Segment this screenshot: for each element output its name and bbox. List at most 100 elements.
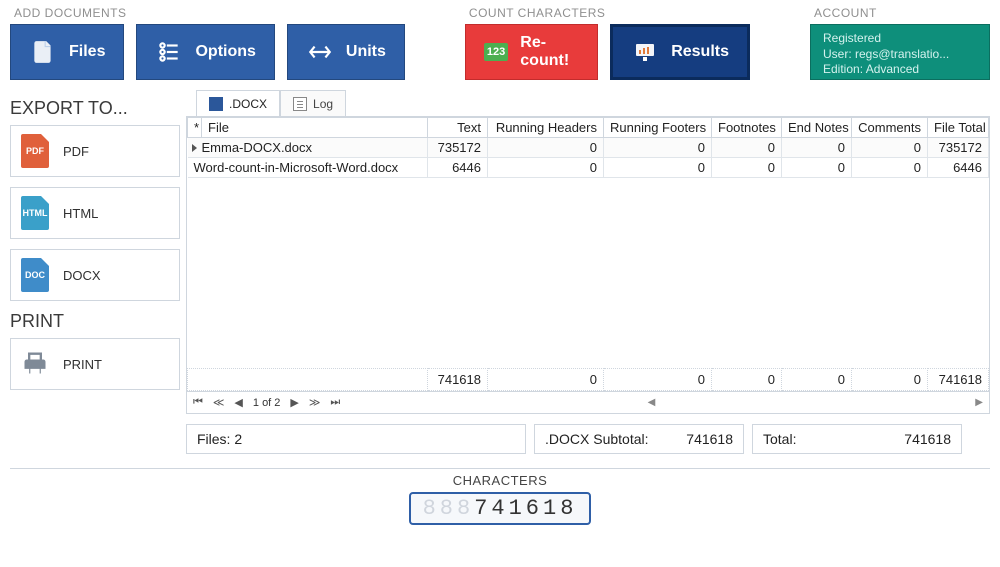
cell-file: Emma-DOCX.docx bbox=[188, 138, 428, 158]
pager: ⏮ ≪ ◀ 1 of 2 ▶ ≫ ⏭ ◀ ▶ bbox=[187, 391, 989, 413]
export-pdf-label: PDF bbox=[63, 144, 89, 159]
col-file-total[interactable]: File Total bbox=[928, 118, 989, 138]
footer-footnotes: 0 bbox=[712, 369, 782, 391]
units-icon bbox=[306, 38, 334, 66]
ribbon-title-account: ACCOUNT bbox=[814, 6, 990, 20]
summary-files-value: 2 bbox=[234, 431, 242, 447]
options-button[interactable]: Options bbox=[136, 24, 274, 80]
results-icon bbox=[631, 38, 659, 66]
characters-label: CHARACTERS bbox=[0, 473, 1000, 488]
cell-footnotes: 0 bbox=[712, 158, 782, 178]
characters-counter: 888741618 bbox=[409, 492, 592, 525]
units-button[interactable]: Units bbox=[287, 24, 405, 80]
account-box[interactable]: Registered User: regs@translatio... Edit… bbox=[810, 24, 990, 80]
table-row[interactable]: Emma-DOCX.docx 735172 0 0 0 0 0 735172 bbox=[188, 138, 989, 158]
summary-total-label: Total: bbox=[763, 431, 796, 447]
docx-icon: DOC bbox=[21, 258, 49, 292]
results-table: * File Text Running Headers Running Foot… bbox=[187, 117, 989, 178]
cell-text: 735172 bbox=[428, 138, 488, 158]
printer-icon bbox=[21, 349, 49, 380]
summary-files: Files: 2 bbox=[186, 424, 526, 454]
summary-subtotal-label: .DOCX Subtotal: bbox=[545, 431, 649, 447]
units-button-label: Units bbox=[346, 43, 386, 61]
col-comments[interactable]: Comments bbox=[852, 118, 928, 138]
cell-text: 6446 bbox=[428, 158, 488, 178]
col-file[interactable]: File bbox=[202, 118, 428, 138]
pager-next-page-icon[interactable]: ≫ bbox=[309, 396, 321, 409]
files-button[interactable]: Files bbox=[10, 24, 124, 80]
ribbon-title-count: COUNT CHARACTERS bbox=[469, 6, 750, 20]
ribbon-group-add-documents: ADD DOCUMENTS Files Options Units bbox=[10, 0, 405, 80]
options-button-label: Options bbox=[195, 43, 255, 61]
sidebar: EXPORT TO... PDF PDF HTML HTML DOC DOCX … bbox=[10, 90, 180, 454]
characters-pad: 888 bbox=[423, 496, 475, 521]
footer-rh: 0 bbox=[488, 369, 604, 391]
tab-log[interactable]: Log bbox=[280, 90, 346, 116]
pager-prev-icon[interactable]: ◀ bbox=[234, 396, 242, 409]
cell-file: Word-count-in-Microsoft-Word.docx bbox=[188, 158, 428, 178]
pager-scroll-right-icon[interactable]: ▶ bbox=[975, 397, 983, 408]
footer-spacer bbox=[188, 369, 428, 391]
grid-body: * File Text Running Headers Running Foot… bbox=[187, 117, 989, 368]
summary-total-value: 741618 bbox=[904, 431, 951, 447]
export-html-button[interactable]: HTML HTML bbox=[10, 187, 180, 239]
summary-bar: Files: 2 .DOCX Subtotal: 741618 Total: 7… bbox=[186, 424, 990, 454]
print-title: PRINT bbox=[10, 311, 180, 332]
footer-total: 741618 bbox=[928, 369, 989, 391]
divider bbox=[10, 468, 990, 469]
log-icon bbox=[293, 97, 307, 111]
cell-footnotes: 0 bbox=[712, 138, 782, 158]
pager-scroll-left-icon[interactable]: ◀ bbox=[648, 397, 656, 408]
files-button-label: Files bbox=[69, 43, 105, 61]
print-button[interactable]: PRINT bbox=[10, 338, 180, 390]
row-selector-header[interactable]: * bbox=[188, 118, 202, 138]
pager-first-icon[interactable]: ⏮ bbox=[193, 396, 203, 409]
cell-endnotes: 0 bbox=[782, 158, 852, 178]
cell-rh: 0 bbox=[488, 158, 604, 178]
results-button-label: Results bbox=[671, 43, 729, 61]
pager-prev-page-icon[interactable]: ≪ bbox=[213, 396, 225, 409]
col-running-headers[interactable]: Running Headers bbox=[488, 118, 604, 138]
cell-comments: 0 bbox=[852, 138, 928, 158]
col-running-footers[interactable]: Running Footers bbox=[604, 118, 712, 138]
summary-files-label: Files: bbox=[197, 431, 230, 447]
cell-total: 6446 bbox=[928, 158, 989, 178]
cell-rh: 0 bbox=[488, 138, 604, 158]
tab-docx-label: .DOCX bbox=[229, 97, 267, 111]
footer-endnotes: 0 bbox=[782, 369, 852, 391]
grid-panel: * File Text Running Headers Running Foot… bbox=[186, 116, 990, 414]
cell-rf: 0 bbox=[604, 138, 712, 158]
summary-total: Total: 741618 bbox=[752, 424, 962, 454]
cell-comments: 0 bbox=[852, 158, 928, 178]
pager-last-icon[interactable]: ⏭ bbox=[330, 396, 340, 409]
html-icon: HTML bbox=[21, 196, 49, 230]
characters-display: CHARACTERS 888741618 bbox=[0, 473, 1000, 525]
characters-value: 741618 bbox=[474, 496, 577, 521]
tab-log-label: Log bbox=[313, 97, 333, 111]
word-icon bbox=[209, 97, 223, 111]
options-icon bbox=[155, 38, 183, 66]
account-status: Registered bbox=[823, 31, 977, 47]
export-docx-label: DOCX bbox=[63, 268, 101, 283]
cell-total: 735172 bbox=[928, 138, 989, 158]
ribbon-group-account: ACCOUNT Registered User: regs@translatio… bbox=[810, 0, 990, 80]
grid-footer: 741618 0 0 0 0 0 741618 ⏮ ≪ ◀ 1 of bbox=[187, 368, 989, 413]
cell-endnotes: 0 bbox=[782, 138, 852, 158]
export-docx-button[interactable]: DOC DOCX bbox=[10, 249, 180, 301]
summary-subtotal-value: 741618 bbox=[686, 431, 733, 447]
col-text[interactable]: Text bbox=[428, 118, 488, 138]
ribbon-group-count: COUNT CHARACTERS 123 Re-count! Results bbox=[465, 0, 750, 80]
col-footnotes[interactable]: Footnotes bbox=[712, 118, 782, 138]
results-button[interactable]: Results bbox=[610, 24, 750, 80]
export-pdf-button[interactable]: PDF PDF bbox=[10, 125, 180, 177]
col-endnotes[interactable]: End Notes bbox=[782, 118, 852, 138]
pager-next-icon[interactable]: ▶ bbox=[290, 396, 298, 409]
pdf-icon: PDF bbox=[21, 134, 49, 168]
recount-button[interactable]: 123 Re-count! bbox=[465, 24, 598, 80]
files-icon bbox=[29, 38, 57, 66]
table-row[interactable]: Word-count-in-Microsoft-Word.docx 6446 0… bbox=[188, 158, 989, 178]
main: .DOCX Log * File Text bbox=[186, 90, 990, 454]
tab-docx[interactable]: .DOCX bbox=[196, 90, 280, 116]
cell-rf: 0 bbox=[604, 158, 712, 178]
tabs: .DOCX Log bbox=[196, 90, 990, 116]
